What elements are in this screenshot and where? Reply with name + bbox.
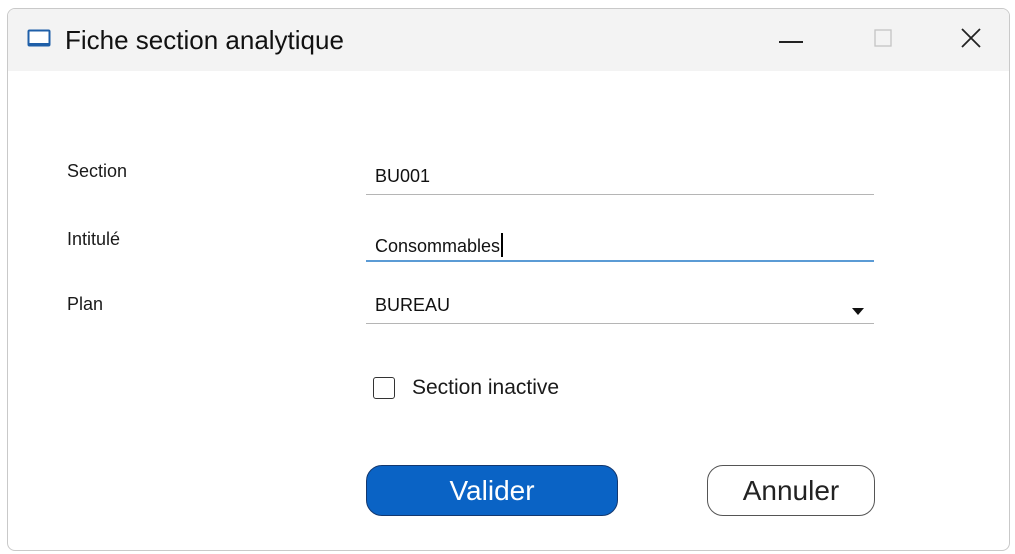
intitule-value: Consommables bbox=[375, 236, 501, 256]
annuler-label: Annuler bbox=[742, 474, 840, 506]
close-icon bbox=[960, 27, 982, 54]
maximize-button[interactable] bbox=[853, 9, 913, 71]
intitule-label: Intitulé bbox=[67, 229, 121, 249]
window-title: Fiche section analytique bbox=[65, 25, 344, 55]
window-app-icon bbox=[27, 29, 51, 49]
close-button[interactable] bbox=[941, 9, 1001, 71]
section-inactive-label[interactable]: Section inactive bbox=[412, 376, 559, 400]
minimize-icon bbox=[779, 31, 803, 49]
section-field[interactable]: BU001 bbox=[366, 159, 874, 195]
minimize-button[interactable] bbox=[761, 9, 821, 71]
plan-dropdown[interactable]: BUREAU bbox=[366, 288, 874, 324]
annuler-button[interactable]: Annuler bbox=[707, 465, 875, 516]
dialog-window: Fiche section analytique Section BU001 I… bbox=[7, 8, 1010, 551]
intitule-field[interactable]: Consommables bbox=[366, 226, 874, 262]
title-bar[interactable]: Fiche section analytique bbox=[8, 9, 1009, 71]
maximize-icon bbox=[874, 28, 892, 52]
section-inactive-checkbox[interactable] bbox=[373, 377, 395, 399]
section-label: Section bbox=[67, 161, 128, 181]
intitule-text: Consommables bbox=[375, 233, 504, 257]
valider-button[interactable]: Valider bbox=[366, 465, 618, 516]
section-value: BU001 bbox=[375, 166, 431, 186]
chevron-down-icon bbox=[852, 302, 864, 320]
text-cursor bbox=[501, 233, 504, 257]
valider-label: Valider bbox=[449, 474, 535, 506]
plan-label: Plan bbox=[67, 294, 104, 314]
plan-value: BUREAU bbox=[375, 295, 451, 315]
